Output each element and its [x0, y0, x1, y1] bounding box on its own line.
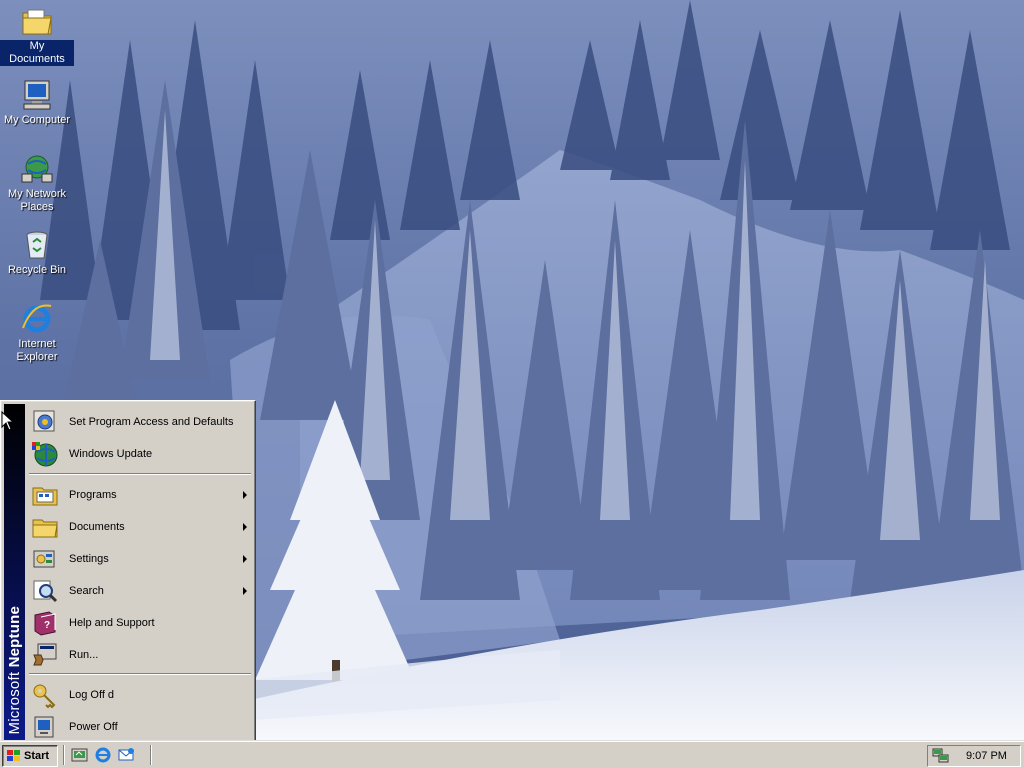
banner-edition: Neptune [6, 605, 23, 667]
submenu-arrow-icon [243, 587, 247, 595]
show-desktop-icon[interactable] [70, 746, 90, 764]
menu-item-label: Search [69, 585, 104, 597]
menu-item-label: Programs [69, 489, 117, 501]
start-button-label: Start [24, 750, 50, 762]
windows-update-icon [32, 442, 58, 467]
run-icon [33, 643, 57, 666]
banner-brand: Microsoft [6, 671, 23, 734]
desktop-icon-label: My Computer [3, 114, 71, 126]
system-tray: 9:07 PM [927, 745, 1021, 767]
start-menu-banner: Microsoft Neptune [4, 404, 25, 740]
menu-separator [29, 673, 251, 675]
network-tray-icon[interactable] [932, 748, 950, 764]
network-places-icon [21, 155, 53, 183]
menu-item-search[interactable]: Search [27, 575, 253, 607]
my-computer-icon [23, 80, 51, 110]
menu-item-programs[interactable]: Programs [27, 479, 253, 511]
program-access-icon [33, 410, 55, 432]
menu-item-help-and-support[interactable]: ? Help and Support [27, 607, 253, 639]
desktop-icon-my-computer[interactable]: My Computer [0, 78, 74, 127]
desktop-icon-label: My Documents [0, 40, 74, 66]
banner-text: Microsoft Neptune [6, 606, 23, 734]
menu-item-label: Settings [69, 553, 109, 565]
internet-explorer-icon[interactable] [93, 746, 113, 764]
taskbar-divider [63, 745, 65, 765]
help-book-icon: ? [34, 611, 56, 636]
menu-separator [29, 473, 251, 475]
desktop-icon-label: My Network Places [7, 188, 67, 213]
menu-item-label: Set Program Access and Defaults [69, 416, 234, 428]
desktop-icon-my-network-places[interactable]: My Network Places [0, 152, 74, 214]
menu-item-documents[interactable]: Documents [27, 511, 253, 543]
mouse-cursor-icon [1, 411, 13, 431]
recycle-bin-icon [26, 231, 48, 259]
quick-launch-bar [70, 746, 136, 764]
submenu-arrow-icon [243, 523, 247, 531]
my-documents-icon [22, 9, 52, 35]
menu-item-settings[interactable]: Settings [27, 543, 253, 575]
menu-item-label: Help and Support [69, 617, 155, 629]
desktop-icon-label: Internet Explorer [16, 338, 58, 363]
menu-item-label: Log Off d [69, 689, 115, 701]
programs-folder-icon [32, 487, 58, 506]
desktop-icon-label: Recycle Bin [7, 264, 67, 276]
menu-item-run[interactable]: Run... [27, 639, 253, 671]
desktop-icon-recycle-bin[interactable]: Recycle Bin [0, 228, 74, 277]
desktop-icon-internet-explorer[interactable]: Internet Explorer [0, 302, 74, 364]
taskbar-divider [150, 745, 152, 765]
menu-item-set-program-access[interactable]: Set Program Access and Defaults [27, 406, 253, 438]
menu-item-log-off[interactable]: Log Off d [27, 679, 253, 711]
submenu-arrow-icon [243, 555, 247, 563]
outlook-express-icon[interactable] [116, 746, 136, 764]
menu-item-label: Run... [69, 649, 99, 661]
svg-text:?: ? [44, 620, 50, 631]
menu-item-label: Windows Update [69, 448, 153, 460]
menu-item-label: Power Off [69, 721, 118, 733]
menu-item-label: Documents [69, 521, 125, 533]
windows-flag-icon [7, 750, 20, 761]
start-menu: Microsoft Neptune Set Program Access and… [0, 400, 256, 744]
taskbar-clock[interactable]: 9:07 PM [966, 750, 1007, 762]
power-off-icon [34, 716, 54, 738]
taskbar: Start 9:07 PM [0, 740, 1024, 768]
start-button[interactable]: Start [2, 745, 58, 767]
log-off-key-icon [33, 684, 56, 709]
documents-folder-icon [32, 519, 58, 538]
menu-item-windows-update[interactable]: Windows Update [27, 438, 253, 470]
menu-item-power-off[interactable]: Power Off [27, 711, 253, 743]
search-icon [33, 580, 58, 603]
submenu-arrow-icon [243, 491, 247, 499]
internet-explorer-icon [22, 304, 52, 333]
desktop-icon-my-documents[interactable]: My Documents [0, 4, 74, 66]
settings-icon [33, 550, 55, 568]
